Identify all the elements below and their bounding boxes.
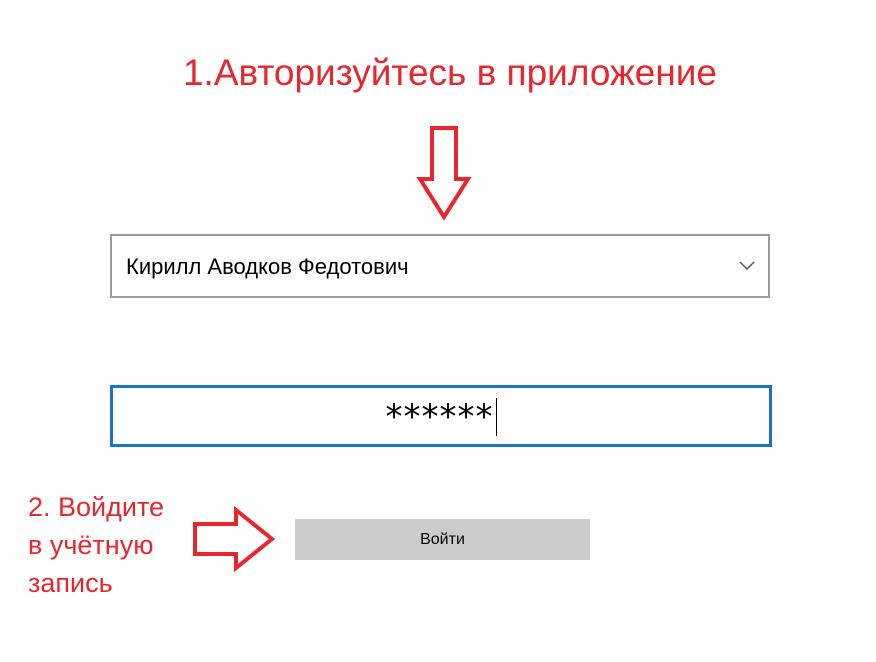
instruction-step-2-line: в учётную bbox=[28, 530, 154, 560]
password-field-text: ****** bbox=[113, 394, 769, 440]
instruction-step-2: 2. Войдите в учётную запись bbox=[28, 488, 198, 602]
password-masked-value: ****** bbox=[385, 397, 494, 437]
text-caret bbox=[495, 398, 497, 436]
login-button[interactable]: Войти bbox=[295, 519, 590, 560]
login-screen: 1.Авторизуйтесь в приложение Кирилл Авод… bbox=[0, 0, 876, 662]
user-select-value: Кирилл Аводков Федотович bbox=[126, 254, 409, 279]
instruction-step-1: 1.Авторизуйтесь в приложение bbox=[182, 52, 717, 93]
instruction-step-2-line: 2. Войдите bbox=[28, 492, 165, 522]
password-field[interactable]: ****** bbox=[110, 385, 772, 447]
chevron-down-icon[interactable] bbox=[738, 259, 756, 273]
arrow-down-icon bbox=[416, 126, 472, 221]
instruction-step-2-line: запись bbox=[28, 568, 113, 598]
user-select[interactable]: Кирилл Аводков Федотович bbox=[110, 234, 770, 298]
arrow-right-icon bbox=[193, 506, 276, 572]
